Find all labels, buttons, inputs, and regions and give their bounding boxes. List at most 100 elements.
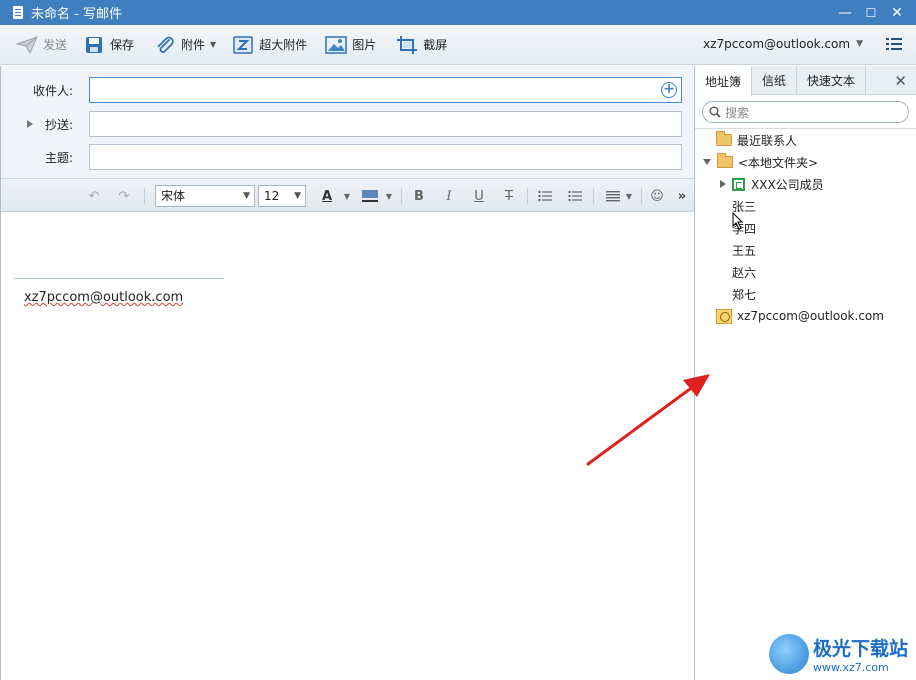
- format-toolbar: ↶ ↷ 宋体 ▼ 12 ▼ A ▼ ▼ B I U T ▼ ☺ »: [1, 178, 695, 212]
- align-icon[interactable]: [605, 187, 621, 205]
- collapse-icon[interactable]: [703, 159, 711, 165]
- cc-input[interactable]: [89, 111, 682, 137]
- send-label: 发送: [43, 38, 68, 52]
- crop-icon: [396, 35, 418, 55]
- window-controls: — ☐ ✕: [832, 0, 910, 25]
- tab-address-book[interactable]: 地址簿: [695, 66, 753, 96]
- folder-icon: [717, 153, 733, 168]
- more-icon[interactable]: »: [675, 187, 689, 205]
- maximize-button[interactable]: ☐: [858, 0, 884, 25]
- expand-icon[interactable]: [720, 180, 726, 188]
- image-button[interactable]: 图片: [319, 31, 382, 59]
- font-family-select[interactable]: 宋体 ▼: [155, 185, 255, 207]
- address-book-panel: 地址簿 信纸 快速文本 ✕ 搜索 最近联系人 <本地文件夹> XXX公司成员 张…: [694, 66, 916, 680]
- add-contact-icon[interactable]: +: [661, 82, 677, 98]
- contact-search-input[interactable]: 搜索: [702, 101, 909, 123]
- large-attachment-button[interactable]: 超大附件: [226, 31, 313, 59]
- italic-icon[interactable]: I: [441, 187, 457, 205]
- large-attachment-label: 超大附件: [259, 38, 308, 52]
- account-item[interactable]: xz7pccom@outlook.com: [716, 305, 884, 327]
- contact-item[interactable]: 郑七: [732, 283, 756, 305]
- screenshot-label: 截屏: [423, 38, 448, 52]
- paperclip-icon: [154, 35, 176, 55]
- attachment-button[interactable]: 附件 ▼: [148, 31, 222, 59]
- chevron-down-icon[interactable]: ▼: [384, 187, 394, 205]
- group-item[interactable]: XXX公司成员: [720, 173, 824, 195]
- font-size-value: 12: [264, 189, 280, 203]
- chevron-down-icon: ▼: [294, 191, 301, 201]
- contact-item[interactable]: 王五: [732, 239, 756, 261]
- account-email: xz7pccom@outlook.com: [703, 37, 851, 51]
- tab-quick-text[interactable]: 快速文本: [797, 66, 867, 95]
- divider: [401, 188, 402, 204]
- folder-icon: [716, 131, 732, 146]
- menu-icon[interactable]: [886, 36, 902, 52]
- clock-icon: [716, 308, 732, 324]
- close-icon[interactable]: ✕: [894, 72, 907, 90]
- chevron-down-icon: ▼: [243, 191, 250, 201]
- contact-item[interactable]: 赵六: [732, 261, 756, 283]
- watermark-icon: [768, 634, 809, 674]
- recent-contacts-item[interactable]: 最近联系人: [716, 129, 797, 151]
- image-label: 图片: [352, 38, 377, 52]
- screenshot-button[interactable]: 截屏: [390, 31, 453, 59]
- to-label: 收件人:: [32, 83, 73, 98]
- expand-cc-icon[interactable]: [27, 120, 33, 128]
- font-size-select[interactable]: 12 ▼: [258, 185, 306, 207]
- font-color-icon[interactable]: A: [319, 187, 335, 205]
- bold-icon[interactable]: B: [411, 187, 427, 205]
- signature-text: xz7pccom@outlook.com: [24, 290, 184, 305]
- save-icon: [83, 35, 105, 55]
- large-attachment-icon: [232, 35, 254, 55]
- divider: [593, 188, 594, 204]
- image-icon: [325, 35, 347, 55]
- save-button[interactable]: 保存: [77, 31, 140, 59]
- group-label: XXX公司成员: [751, 177, 824, 192]
- font-family-value: 宋体: [161, 189, 186, 203]
- chevron-down-icon[interactable]: ▼: [210, 40, 216, 49]
- local-folder-item[interactable]: <本地文件夹>: [703, 151, 818, 173]
- attachment-label: 附件: [181, 38, 206, 52]
- app-icon: [13, 6, 23, 19]
- tab-stationery[interactable]: 信纸: [752, 66, 798, 95]
- panel-tabs: 地址簿 信纸 快速文本 ✕: [695, 66, 916, 96]
- watermark-logo: 极光下载站 www.xz7.com: [768, 634, 908, 674]
- send-button[interactable]: 发送: [10, 31, 73, 59]
- chevron-down-icon[interactable]: ▼: [624, 187, 634, 205]
- minimize-button[interactable]: —: [832, 0, 858, 25]
- highlight-color-icon[interactable]: [360, 187, 380, 205]
- subject-row: 主题:: [1, 144, 695, 170]
- search-icon: [709, 106, 721, 118]
- redo-icon[interactable]: ↷: [115, 187, 133, 205]
- divider: [144, 188, 145, 204]
- subject-label: 主题:: [44, 150, 73, 165]
- window-title: 未命名 - 写邮件: [31, 7, 122, 22]
- bullet-list-icon[interactable]: [537, 187, 553, 205]
- divider: [641, 188, 642, 204]
- account-selector[interactable]: xz7pccom@outlook.com ▼: [703, 37, 863, 51]
- local-folder-label: <本地文件夹>: [738, 155, 819, 170]
- save-label: 保存: [110, 38, 135, 52]
- undo-icon[interactable]: ↶: [85, 187, 103, 205]
- cc-row: 抄送:: [1, 111, 695, 137]
- header-fields: 收件人: + 抄送: 主题:: [1, 66, 695, 178]
- compose-area: 收件人: + 抄送: 主题: ↶ ↷ 宋体 ▼ 12 ▼ A ▼ ▼ B I U…: [0, 66, 695, 680]
- emoji-icon[interactable]: ☺: [649, 187, 665, 205]
- cc-label: 抄送:: [44, 117, 73, 132]
- account-label: xz7pccom@outlook.com: [737, 309, 884, 323]
- numbered-list-icon[interactable]: [567, 187, 583, 205]
- send-icon: [16, 35, 38, 55]
- watermark-name: 极光下载站: [812, 638, 908, 660]
- signature-divider: [14, 278, 224, 279]
- close-window-button[interactable]: ✕: [884, 0, 910, 25]
- recent-contacts-label: 最近联系人: [737, 133, 798, 148]
- chevron-down-icon[interactable]: ▼: [342, 187, 352, 205]
- strikethrough-icon[interactable]: T: [501, 187, 517, 205]
- underline-icon[interactable]: U: [471, 187, 487, 205]
- to-input[interactable]: +: [89, 77, 682, 103]
- main-toolbar: 发送 保存 附件 ▼ 超大附件 图片 截屏 xz7pccom@outlook.c…: [0, 25, 916, 65]
- watermark-url: www.xz7.com: [812, 661, 889, 674]
- mouse-cursor-icon: [732, 212, 744, 230]
- mail-body-editor[interactable]: xz7pccom@outlook.com: [1, 213, 695, 680]
- subject-input[interactable]: [89, 144, 682, 170]
